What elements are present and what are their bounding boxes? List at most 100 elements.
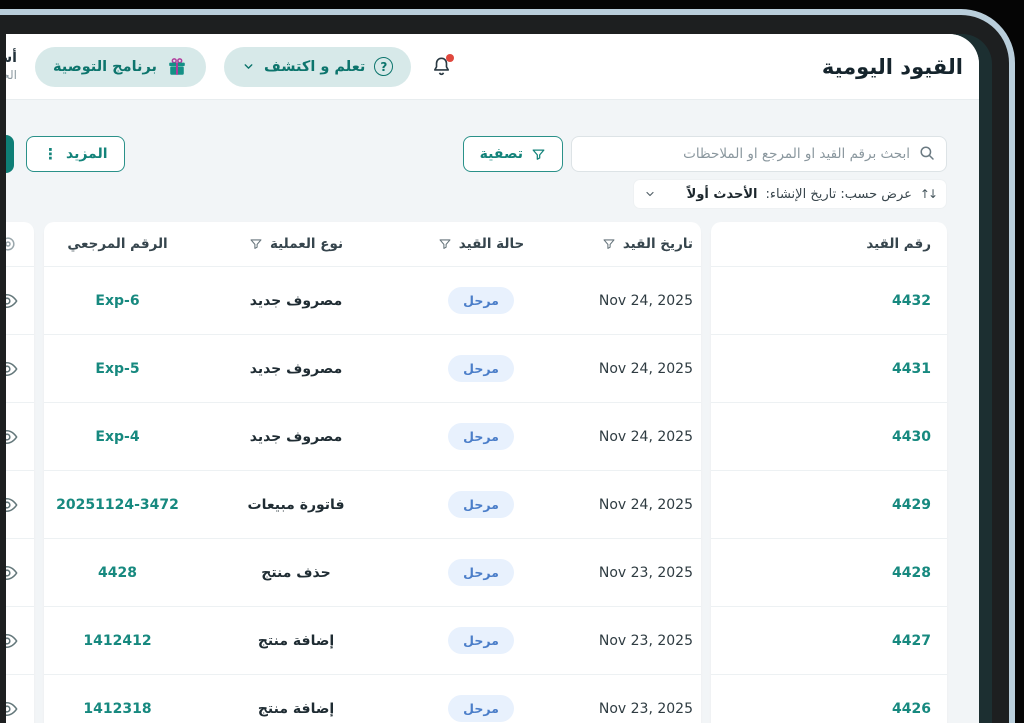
toolbar: تصفية المزيد ⋮: [6, 136, 947, 172]
table-row: 4428: [711, 538, 947, 606]
filter-label: تصفية: [479, 146, 523, 162]
view-entry-icon[interactable]: [6, 494, 18, 516]
user-account[interactable]: أسامة الحساب: [6, 50, 17, 83]
status-badge: مرحل: [448, 287, 514, 314]
table-row: 4431: [711, 334, 947, 402]
reference-link[interactable]: 4428: [98, 565, 137, 581]
view-entry-icon[interactable]: [6, 358, 18, 380]
user-role: الحساب: [6, 67, 17, 82]
sort-row: ↓↑ عرض حسب: تاريخ الإنشاء: الأحدث أولاً: [6, 179, 947, 209]
entry-status-cell: مرحل: [401, 627, 561, 654]
table-row: 4426: [711, 674, 947, 723]
user-name: أسامة: [6, 50, 17, 67]
entry-date-cell: Nov 23, 2025: [598, 564, 693, 581]
main-table: تاريخ القيد حالة القيد نوع العملية الرقم…: [44, 222, 701, 723]
status-badge: مرحل: [448, 491, 514, 518]
page-title: القيود اليومية: [821, 54, 963, 79]
table-row: Nov 23, 2025 مرحل إضافة منتج 1412318: [44, 674, 701, 723]
funnel-icon: [531, 147, 546, 162]
operation-type-cell: مصروف جديد: [249, 428, 343, 445]
reference-link[interactable]: Exp-4: [95, 429, 139, 445]
chevron-down-icon: [242, 60, 255, 73]
new-entry-button[interactable]: [6, 135, 14, 173]
view-entry-icon[interactable]: [6, 562, 18, 584]
main-table-header: تاريخ القيد حالة القيد نوع العملية الرقم…: [44, 222, 701, 266]
entry-number-link[interactable]: 4430: [892, 429, 931, 445]
view-entry-icon[interactable]: [6, 698, 18, 720]
more-button[interactable]: المزيد ⋮: [26, 136, 125, 172]
column-header-actions: [6, 222, 34, 266]
entry-number-link[interactable]: 4429: [892, 497, 931, 513]
column-header-reference: الرقم المرجعي: [67, 236, 168, 252]
funnel-icon[interactable]: [249, 237, 263, 251]
status-badge: مرحل: [448, 559, 514, 586]
reference-link[interactable]: 20251124-3472: [56, 497, 179, 513]
search-icon: [918, 144, 936, 162]
entry-date-cell: Nov 24, 2025: [598, 292, 693, 309]
entry-number-link[interactable]: 4428: [892, 565, 931, 581]
reference-cell: 20251124-3472: [44, 497, 191, 513]
entry-status-cell: مرحل: [401, 423, 561, 450]
reference-cell: Exp-4: [44, 429, 191, 445]
funnel-icon[interactable]: [438, 237, 452, 251]
entry-date-cell: Nov 24, 2025: [598, 428, 693, 445]
referral-program-button[interactable]: برنامج التوصية: [34, 46, 206, 87]
column-header-status[interactable]: حالة القيد: [401, 236, 561, 252]
search-box: [571, 136, 947, 172]
entry-date-cell: Nov 23, 2025: [598, 632, 693, 649]
main-table-body: Nov 24, 2025 مرحل مصروف جديد Exp-6 Nov 24, 2…: [44, 266, 701, 723]
funnel-icon[interactable]: [602, 237, 616, 251]
operation-type-cell: مصروف جديد: [249, 292, 343, 309]
operation-type-cell: حذف منتج: [261, 564, 331, 581]
table-row: [6, 334, 34, 402]
table-row: Nov 24, 2025 مرحل مصروف جديد Exp-5: [44, 334, 701, 402]
entry-number-link[interactable]: 4432: [892, 293, 931, 309]
view-entry-icon[interactable]: [6, 630, 18, 652]
table-row: [6, 674, 34, 723]
operation-type-cell: إضافة منتج: [257, 700, 335, 717]
reference-link[interactable]: 1412412: [83, 633, 151, 649]
operation-type-cell: إضافة منتج: [257, 632, 335, 649]
table-row: [6, 470, 34, 538]
screenshot-stage: القيود اليومية ? تعلم و اكتشف برنامج الت…: [0, 0, 1024, 723]
notifications-button[interactable]: [429, 53, 455, 79]
table-row: Nov 24, 2025 مرحل مصروف جديد Exp-6: [44, 266, 701, 334]
operation-type-cell: مصروف جديد: [249, 360, 343, 377]
sort-label: عرض حسب: تاريخ الإنشاء:: [765, 186, 912, 202]
table-row: 4427: [711, 606, 947, 674]
entry-date-cell: Nov 24, 2025: [598, 360, 693, 377]
entry-number-link[interactable]: 4426: [892, 701, 931, 717]
sort-dropdown[interactable]: ↓↑ عرض حسب: تاريخ الإنشاء: الأحدث أولاً: [633, 179, 947, 209]
app-screen: القيود اليومية ? تعلم و اكتشف برنامج الت…: [6, 34, 979, 723]
view-entry-icon[interactable]: [6, 290, 18, 312]
entry-status-cell: مرحل: [401, 491, 561, 518]
actions-column: [6, 222, 34, 723]
notification-dot: [446, 53, 455, 62]
table-row: [6, 402, 34, 470]
filter-button[interactable]: تصفية: [462, 136, 563, 172]
reference-cell: 4428: [44, 565, 191, 581]
column-header-type[interactable]: نوع العملية: [191, 236, 401, 252]
learn-discover-button[interactable]: ? تعلم و اكتشف: [223, 46, 412, 87]
entry-status-cell: مرحل: [401, 559, 561, 586]
sort-arrows-icon: ↓↑: [919, 187, 938, 201]
reference-cell: Exp-5: [44, 361, 191, 377]
table-row: [6, 606, 34, 674]
column-header-number: رقم القيد: [866, 236, 931, 252]
more-label: المزيد: [66, 146, 108, 162]
table-row: 4429: [711, 470, 947, 538]
entry-number-link[interactable]: 4427: [892, 633, 931, 649]
reference-link[interactable]: Exp-6: [95, 293, 139, 309]
reference-cell: Exp-6: [44, 293, 191, 309]
view-entry-icon[interactable]: [6, 426, 18, 448]
kebab-menu-icon: ⋮: [43, 144, 58, 163]
device-frame: القيود اليومية ? تعلم و اكتشف برنامج الت…: [0, 9, 1015, 723]
column-header-date[interactable]: تاريخ القيد: [561, 236, 701, 252]
reference-link[interactable]: Exp-5: [95, 361, 139, 377]
entry-number-link[interactable]: 4431: [892, 361, 931, 377]
referral-program-label: برنامج التوصية: [52, 58, 157, 75]
column-settings-icon[interactable]: [6, 234, 18, 254]
status-badge: مرحل: [448, 627, 514, 654]
search-input[interactable]: [571, 136, 947, 172]
reference-link[interactable]: 1412318: [83, 701, 151, 717]
